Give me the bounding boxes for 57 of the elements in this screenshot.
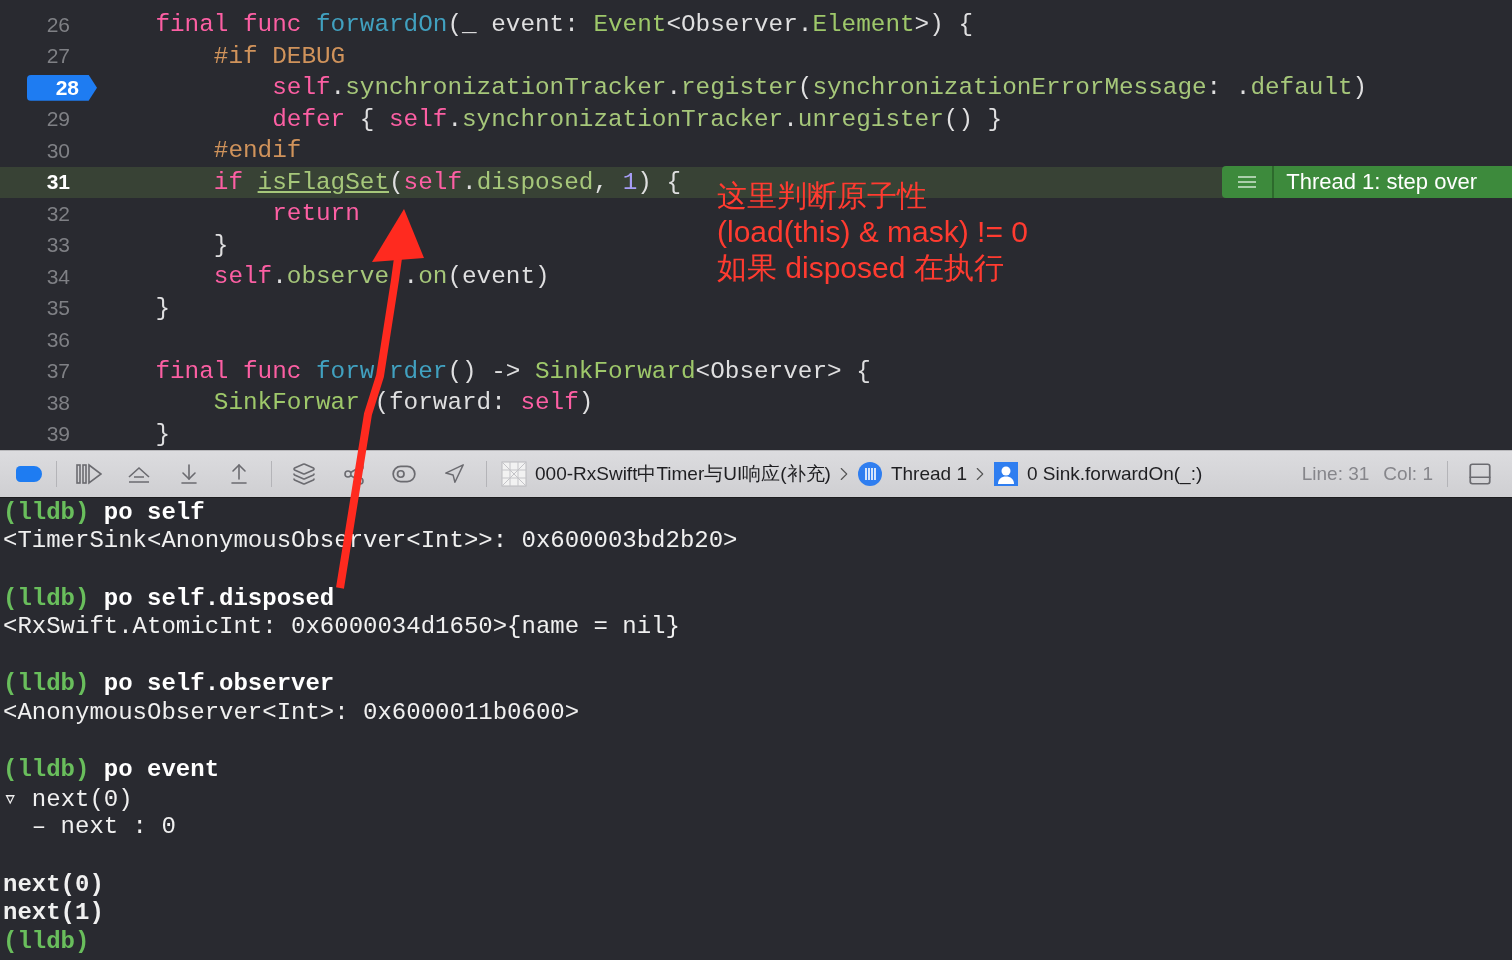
line-number: 32: [46, 201, 71, 226]
line-number: 26: [46, 12, 71, 37]
breadcrumb-item[interactable]: Thread 1: [890, 463, 967, 485]
line-number: 38: [46, 390, 71, 415]
annotation-text: (load(this) & mask) != 0: [717, 214, 1028, 250]
thread-badge[interactable]: Thread 1: step over: [1222, 166, 1512, 199]
code-line: final func forw rder() -> SinkForward<Observer> {: [154, 357, 871, 385]
lldb-prompt: (lldb): [3, 927, 90, 955]
lldb-prompt: (lldb): [3, 670, 90, 698]
breadcrumb-item[interactable]: 0 Sink.forwardOn(_:): [1026, 463, 1203, 485]
code-line: defer { self.synchronizationTracker.unregister() }: [271, 105, 1003, 133]
code-line: final func forwardOn(_ event: Event<Observer.Element>) {: [154, 11, 973, 39]
line-number: 29: [46, 107, 71, 132]
line-number: 35: [46, 296, 71, 321]
line-indicator: Line: 31: [1301, 463, 1370, 485]
code-line: if isFlagSet(self.disposed, 1) {: [212, 168, 682, 196]
command-text: po self.disposed: [103, 584, 335, 612]
person-icon: [992, 461, 1019, 487]
code-line: }: [154, 294, 170, 322]
column-indicator: Col: 1: [1383, 463, 1433, 485]
output-text: <AnonymousObserver<Int>: 0x6000011b0600>: [3, 698, 580, 726]
breadcrumb-item[interactable]: 000-RxSwift中Timer与UI响应(补充): [535, 461, 831, 487]
code-line: }: [154, 420, 170, 448]
code-line: }: [212, 231, 229, 259]
line-number: 30: [46, 138, 71, 163]
thread-icon: [856, 461, 883, 487]
command-text: po event: [103, 756, 220, 784]
output-text: next(1): [3, 899, 104, 927]
command-text: po self.observer: [103, 670, 335, 698]
code-line: self.synchronizationTracker.register(synchronizationErrorMessage: .default): [271, 74, 1368, 102]
breakpoints-toggle[interactable]: [16, 466, 42, 482]
annotation-text: 如果 disposed 在执行: [717, 250, 1005, 286]
command-text: po self: [103, 498, 205, 526]
lldb-prompt: (lldb): [3, 756, 90, 784]
line-number: 37: [46, 359, 71, 384]
lldb-prompt: (lldb): [3, 584, 90, 612]
line-number: 36: [46, 327, 71, 352]
code-line: SinkForwar (forward: self): [212, 389, 594, 417]
breakpoint-marker[interactable]: 28: [27, 74, 97, 101]
code-line: #endif: [212, 137, 302, 165]
lldb-prompt: (lldb): [3, 498, 90, 526]
code-line: self.observe .on(event): [212, 263, 550, 291]
code-line: return: [271, 200, 360, 228]
annotation-text: 这里判断原子性: [717, 178, 928, 214]
line-number: 33: [46, 233, 71, 258]
code-line: #if DEBUG: [212, 42, 346, 70]
thread-badge-label: Thread 1: step over: [1285, 168, 1478, 197]
output-text: <RxSwift.AtomicInt: 0x6000034d1650>{name = nil}: [3, 613, 680, 641]
output-text: ▿ next(0): [3, 784, 133, 813]
lines-icon: [1238, 176, 1257, 189]
line-number: 31: [46, 170, 71, 195]
grid-icon: [501, 461, 527, 487]
output-text: next(0): [3, 870, 104, 898]
line-number: 27: [46, 44, 71, 69]
line-number: 34: [46, 264, 71, 289]
line-number: 39: [46, 422, 71, 447]
output-text: – next : 0: [30, 813, 176, 841]
